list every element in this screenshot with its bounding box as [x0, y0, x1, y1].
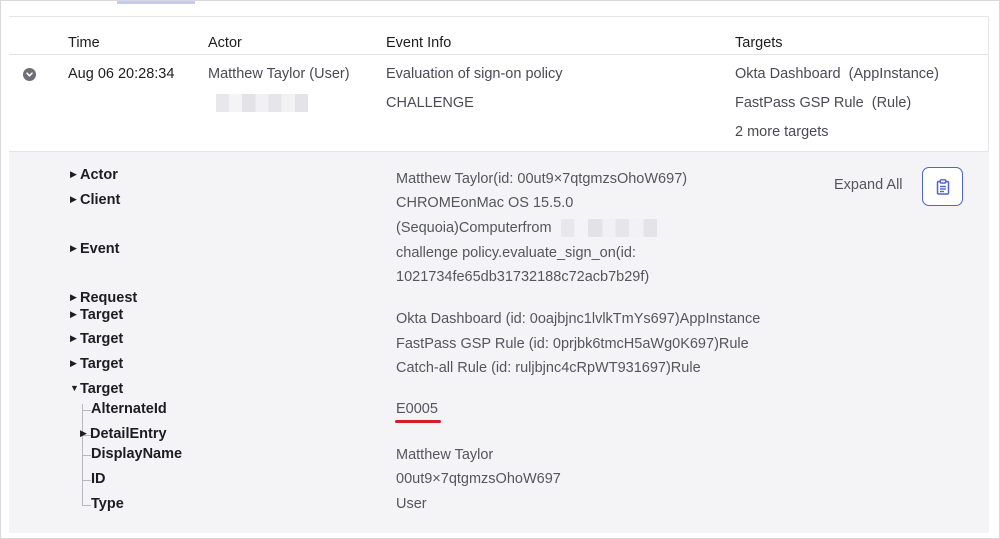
- tree-child-detail-entry[interactable]: ▶ DetailEntry: [80, 426, 167, 442]
- row-actor-type: (User): [309, 66, 350, 82]
- tree-child-display-name: DisplayName: [91, 446, 183, 462]
- tree-branch: [82, 480, 91, 481]
- value-client-line-2: (Sequoia)Computerfrom: [396, 220, 552, 236]
- redacted-client-ip: [561, 219, 657, 237]
- row-target-2-type: (Rule): [871, 95, 912, 111]
- row-event-title: Evaluation of sign-on policy: [386, 66, 563, 82]
- row-target-1-name[interactable]: Okta Dashboard: [735, 66, 841, 82]
- copy-button[interactable]: [922, 167, 963, 206]
- row-event-result: CHALLENGE: [386, 95, 474, 111]
- value-id: 00ut9×7qtgmzsOhoW697: [396, 471, 561, 487]
- value-target-1: Okta Dashboard (id: 0oajbjnc1lvlkTmYs697…: [396, 311, 761, 327]
- triangle-down-icon: ▼: [70, 383, 79, 393]
- triangle-right-icon: ▶: [70, 169, 77, 179]
- tree-node-client[interactable]: ▶ Client: [70, 192, 120, 208]
- value-alternate-id: E0005: [396, 401, 438, 417]
- value-actor: Matthew Taylor(id: 00ut9×7qtgmzsOhoW697): [396, 171, 688, 187]
- header-actor: Actor: [208, 35, 242, 51]
- header-time: Time: [68, 35, 100, 51]
- more-targets-link[interactable]: 2 more targets: [735, 124, 829, 140]
- tree-branch: [82, 505, 91, 506]
- tree-branch: [82, 455, 91, 456]
- redacted-actor-ip: [216, 94, 308, 112]
- value-client-line-1: CHROMEonMac OS 15.5.0: [396, 195, 574, 211]
- clipboard-icon: [936, 179, 950, 195]
- value-type: User: [396, 496, 427, 512]
- header-event-info: Event Info: [386, 35, 452, 51]
- row-target-2: FastPass GSP Rule (Rule): [735, 95, 911, 111]
- row-target-2-name[interactable]: FastPass GSP Rule: [735, 95, 864, 111]
- chevron-down-icon: [26, 72, 33, 77]
- triangle-right-icon: ▶: [80, 428, 87, 438]
- tree-child-alternate-id: AlternateId: [91, 401, 167, 417]
- header-divider: [9, 54, 989, 55]
- tree-branch: [82, 410, 91, 411]
- tree-child-type: Type: [91, 496, 124, 512]
- value-display-name: Matthew Taylor: [396, 447, 494, 463]
- row-actor-name[interactable]: Matthew Taylor: [208, 66, 305, 82]
- row-collapse-toggle-icon[interactable]: [23, 68, 36, 81]
- tree-node-actor[interactable]: ▶ Actor: [70, 167, 118, 183]
- row-actor: Matthew Taylor (User): [208, 66, 350, 82]
- tree-node-target-2[interactable]: ▶ Target: [70, 331, 123, 347]
- tree-node-target-3[interactable]: ▶ Target: [70, 356, 123, 372]
- row-target-1: Okta Dashboard (AppInstance): [735, 66, 939, 82]
- triangle-right-icon: ▶: [70, 333, 77, 343]
- value-target-2: FastPass GSP Rule (id: 0prjbk6tmcH5aWg0K…: [396, 336, 749, 352]
- highlight-underline: [395, 420, 441, 423]
- value-event-line-1: challenge policy.evaluate_sign_on(id:: [396, 245, 636, 261]
- triangle-right-icon: ▶: [70, 309, 77, 319]
- event-detail-panel: ▶ Actor ▶ Client ▶ Event ▶ Request ▶ Target ▶…: [9, 151, 989, 533]
- tree-child-id: ID: [91, 471, 106, 487]
- value-event-line-2: 1021734fe65db31732188c72acb7b29f): [396, 269, 650, 285]
- row-time: Aug 06 20:28:34: [68, 66, 175, 82]
- triangle-right-icon: ▶: [70, 243, 77, 253]
- active-tab-indicator: [117, 1, 195, 4]
- tree-node-event[interactable]: ▶ Event: [70, 241, 120, 257]
- event-card: Time Actor Event Info Targets Aug 06 20:…: [9, 16, 989, 533]
- tree-node-target-4[interactable]: ▼Target: [70, 381, 123, 397]
- triangle-right-icon: ▶: [70, 292, 77, 302]
- triangle-right-icon: ▶: [70, 358, 77, 368]
- tree-node-target-1[interactable]: ▶ Target: [70, 307, 123, 323]
- value-target-3: Catch-all Rule (id: ruljbjnc4cRpWT931697…: [396, 360, 701, 376]
- window-frame: Time Actor Event Info Targets Aug 06 20:…: [0, 0, 1000, 539]
- row-target-1-type: (AppInstance): [848, 66, 939, 82]
- tree-node-request[interactable]: ▶ Request: [70, 290, 137, 306]
- expand-all-button[interactable]: Expand All: [834, 177, 903, 193]
- triangle-right-icon: ▶: [70, 194, 77, 204]
- header-targets: Targets: [735, 35, 783, 51]
